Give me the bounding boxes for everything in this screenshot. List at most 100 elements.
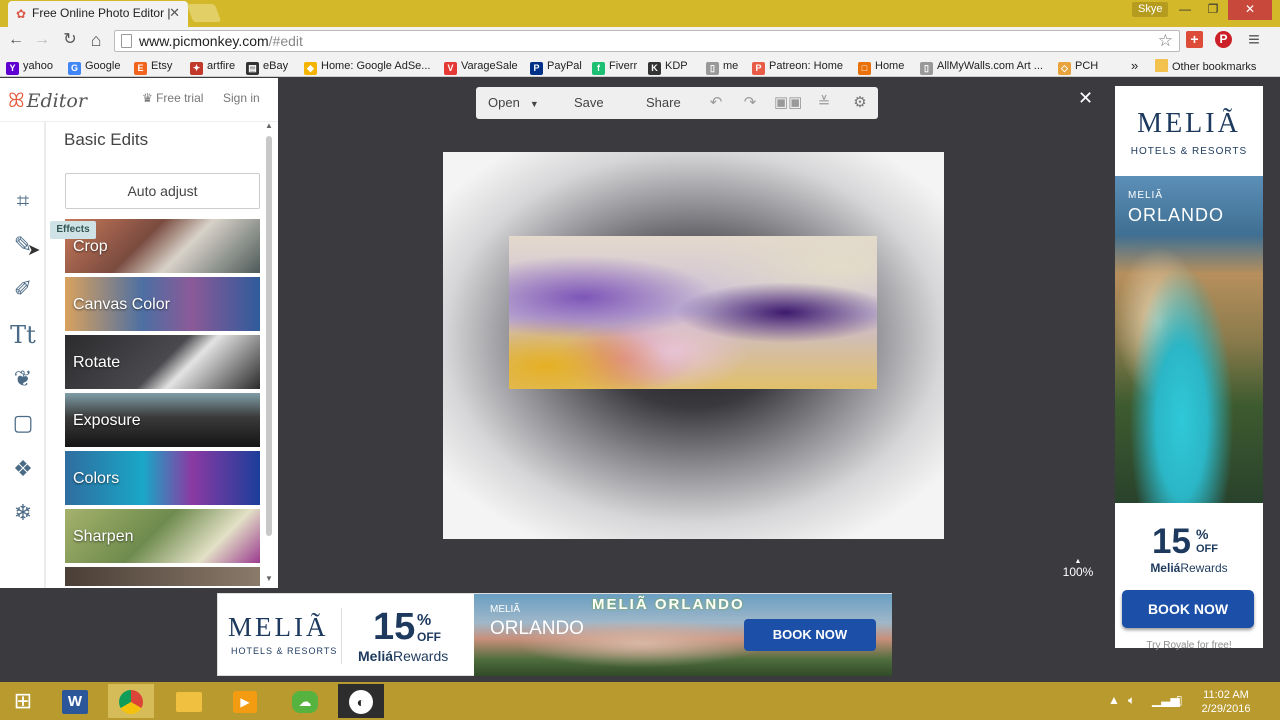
minimize-button[interactable]: — bbox=[1170, 0, 1200, 20]
chrome-app-icon[interactable] bbox=[108, 684, 154, 718]
right-ad-rewards: MeliáRewards bbox=[1115, 561, 1263, 575]
obs-app-icon[interactable]: ◐ bbox=[338, 684, 384, 718]
bookmark-label: PCH bbox=[1075, 60, 1099, 72]
compare-images-icon[interactable]: ▣▣ bbox=[774, 93, 802, 113]
right-ad-city: ORLANDO bbox=[1128, 205, 1225, 225]
textures-icon[interactable]: ❖ bbox=[8, 454, 38, 484]
edit-tile-rotate[interactable]: Rotate bbox=[65, 335, 260, 389]
right-ad-footer: Try Royale for free! bbox=[1146, 640, 1232, 651]
file-explorer-icon[interactable] bbox=[166, 684, 212, 718]
overlays-butterfly-icon[interactable]: ❦ bbox=[8, 364, 38, 394]
home-icon[interactable]: ⌂ bbox=[86, 31, 106, 51]
layers-icon[interactable]: ≚ bbox=[814, 93, 834, 113]
bookmark-item[interactable]: ✦ artfire bbox=[190, 59, 235, 75]
bottom-ad-book-now-button[interactable]: BOOK NOW bbox=[744, 619, 876, 651]
share-button[interactable]: Share bbox=[646, 95, 681, 110]
bookmark-item[interactable]: E Etsy bbox=[134, 59, 172, 75]
profile-user-badge[interactable]: Skye bbox=[1132, 2, 1169, 17]
bookmark-item[interactable]: P PayPal bbox=[530, 59, 582, 75]
bookmark-item[interactable]: ◇ PCH bbox=[1058, 59, 1098, 75]
windows-start-icon[interactable]: ⊞ bbox=[0, 684, 46, 718]
pinterest-extension-icon[interactable]: P bbox=[1215, 31, 1232, 48]
bottom-ad-hotel-sign: MELIÃ ORLANDO bbox=[592, 596, 745, 613]
edit-tile-label: Rotate bbox=[73, 354, 121, 371]
edit-tile-exposure[interactable]: Exposure bbox=[65, 393, 260, 447]
panel-scrollbar-thumb[interactable] bbox=[266, 136, 272, 536]
edit-tile-label: Canvas Color bbox=[73, 296, 170, 313]
touch-up-brush-icon[interactable]: ✐ bbox=[8, 274, 38, 304]
edit-tile-label: Sharpen bbox=[73, 528, 134, 545]
bookmark-item[interactable]: V VarageSale bbox=[444, 59, 518, 75]
reload-icon[interactable]: ↻ bbox=[60, 31, 80, 51]
picmonkey-logo[interactable]: ꕤ Editor bbox=[8, 88, 87, 112]
edit-tile-partial[interactable] bbox=[65, 567, 260, 586]
zoom-level: 100% bbox=[1062, 565, 1094, 579]
bookmark-item[interactable]: ▯ AllMyWalls.com Art ... bbox=[920, 59, 1043, 75]
other-bookmarks-folder[interactable]: Other bookmarks bbox=[1155, 59, 1256, 75]
edit-tile-canvas-color[interactable]: Canvas Color bbox=[65, 277, 260, 331]
edit-tile-label: Crop bbox=[73, 238, 108, 255]
bookmark-item[interactable]: ▯ me bbox=[706, 59, 738, 75]
right-ad-rewards-brand: Meliá bbox=[1150, 561, 1181, 575]
settings-gear-icon[interactable]: ⚙ bbox=[850, 93, 870, 113]
google-plus-extension-icon[interactable]: + bbox=[1186, 31, 1203, 48]
volume-icon[interactable]: 🔈︎ bbox=[1128, 693, 1135, 708]
picmonkey-favicon-icon: ✿ bbox=[16, 7, 27, 21]
back-arrow-icon[interactable]: ← bbox=[6, 31, 26, 51]
undo-icon[interactable]: ↶ bbox=[706, 93, 726, 113]
text-icon[interactable]: Tt bbox=[8, 320, 38, 350]
bookmark-label: Home: Google AdSe... bbox=[321, 60, 431, 72]
media-player-icon[interactable]: ▶ bbox=[222, 684, 268, 718]
taskbar-clock[interactable]: 11:02 AM 2/29/2016 bbox=[1196, 688, 1256, 716]
bookmark-item[interactable]: K KDP bbox=[648, 59, 688, 75]
scroll-down-arrow-icon[interactable]: ▼ bbox=[265, 574, 273, 583]
bookmark-favicon-icon: E bbox=[134, 62, 147, 75]
auto-adjust-button[interactable]: Auto adjust bbox=[65, 173, 260, 209]
sign-in-link[interactable]: Sign in bbox=[223, 91, 260, 105]
redo-icon[interactable]: ↷ bbox=[740, 93, 760, 113]
frames-icon[interactable]: ▢ bbox=[8, 408, 38, 438]
bookmark-favicon-icon: f bbox=[592, 62, 605, 75]
clock-date: 2/29/2016 bbox=[1201, 703, 1251, 715]
basic-edits-crop-icon[interactable]: ⌗ bbox=[8, 186, 38, 216]
bookmark-item[interactable]: □ Home bbox=[858, 59, 904, 75]
bookmark-star-icon[interactable]: ☆ bbox=[1158, 31, 1173, 51]
bottom-ad-subtitle: HOTELS & RESORTS bbox=[231, 646, 338, 656]
edit-tile-colors[interactable]: Colors bbox=[65, 451, 260, 505]
window-close-button[interactable]: ✕ bbox=[1228, 0, 1272, 20]
close-editor-icon[interactable]: ✕ bbox=[1078, 88, 1093, 109]
forward-arrow-icon[interactable]: → bbox=[32, 31, 52, 51]
mouse-cursor-icon: ➤ bbox=[27, 242, 41, 259]
word-app-icon[interactable]: W bbox=[52, 684, 98, 718]
bookmark-item[interactable]: G Google bbox=[68, 59, 120, 75]
free-trial-link[interactable]: ♛ Free trial bbox=[142, 91, 203, 105]
bottom-ad-off: OFF bbox=[417, 630, 441, 644]
bookmark-item[interactable]: f Fiverr bbox=[592, 59, 637, 75]
bookmark-item[interactable]: ◆ Home: Google AdSe... bbox=[304, 59, 430, 75]
evernote-app-icon[interactable]: ☁ bbox=[282, 684, 328, 718]
maximize-button[interactable]: ❐ bbox=[1198, 0, 1228, 20]
right-ad-book-now-button[interactable]: BOOK NOW bbox=[1122, 590, 1254, 628]
clock-time: 11:02 AM bbox=[1203, 689, 1249, 701]
zoom-indicator[interactable]: ▲ 100% bbox=[1062, 558, 1094, 579]
tab-close-icon[interactable]: ✕ bbox=[169, 5, 180, 21]
tray-expand-icon[interactable]: ▲ bbox=[1108, 693, 1120, 707]
more-bookmarks-chevron-icon[interactable]: » bbox=[1131, 59, 1138, 75]
themes-snowflake-icon[interactable]: ❄ bbox=[8, 498, 38, 528]
chrome-menu-icon[interactable]: ≡ bbox=[1244, 30, 1264, 51]
bookmark-item[interactable]: P Patreon: Home bbox=[752, 59, 843, 75]
save-button[interactable]: Save bbox=[574, 95, 604, 110]
battery-icon[interactable]: ▯ bbox=[1176, 693, 1183, 707]
bottom-ad-percent: % bbox=[417, 612, 432, 629]
bookmark-label: VarageSale bbox=[461, 60, 518, 72]
browser-tab[interactable]: ✿ Free Online Photo Editor | ✕ bbox=[8, 1, 188, 27]
bookmark-item[interactable]: Yyahoo bbox=[6, 59, 53, 75]
edit-tile-sharpen[interactable]: Sharpen bbox=[65, 509, 260, 563]
scroll-up-arrow-icon[interactable]: ▲ bbox=[265, 121, 273, 130]
address-bar[interactable]: www.picmonkey.com/#edit ☆ bbox=[114, 30, 1180, 52]
bookmark-item[interactable]: ▤ eBay bbox=[246, 59, 288, 75]
bottom-ad-city: ORLANDO bbox=[490, 618, 584, 639]
canvas-toolbar: Open ▼ Save Share ↶ ↷ ▣▣ ≚ ⚙ bbox=[476, 87, 878, 119]
open-label: Open bbox=[488, 95, 520, 110]
open-menu[interactable]: Open ▼ bbox=[488, 95, 539, 110]
